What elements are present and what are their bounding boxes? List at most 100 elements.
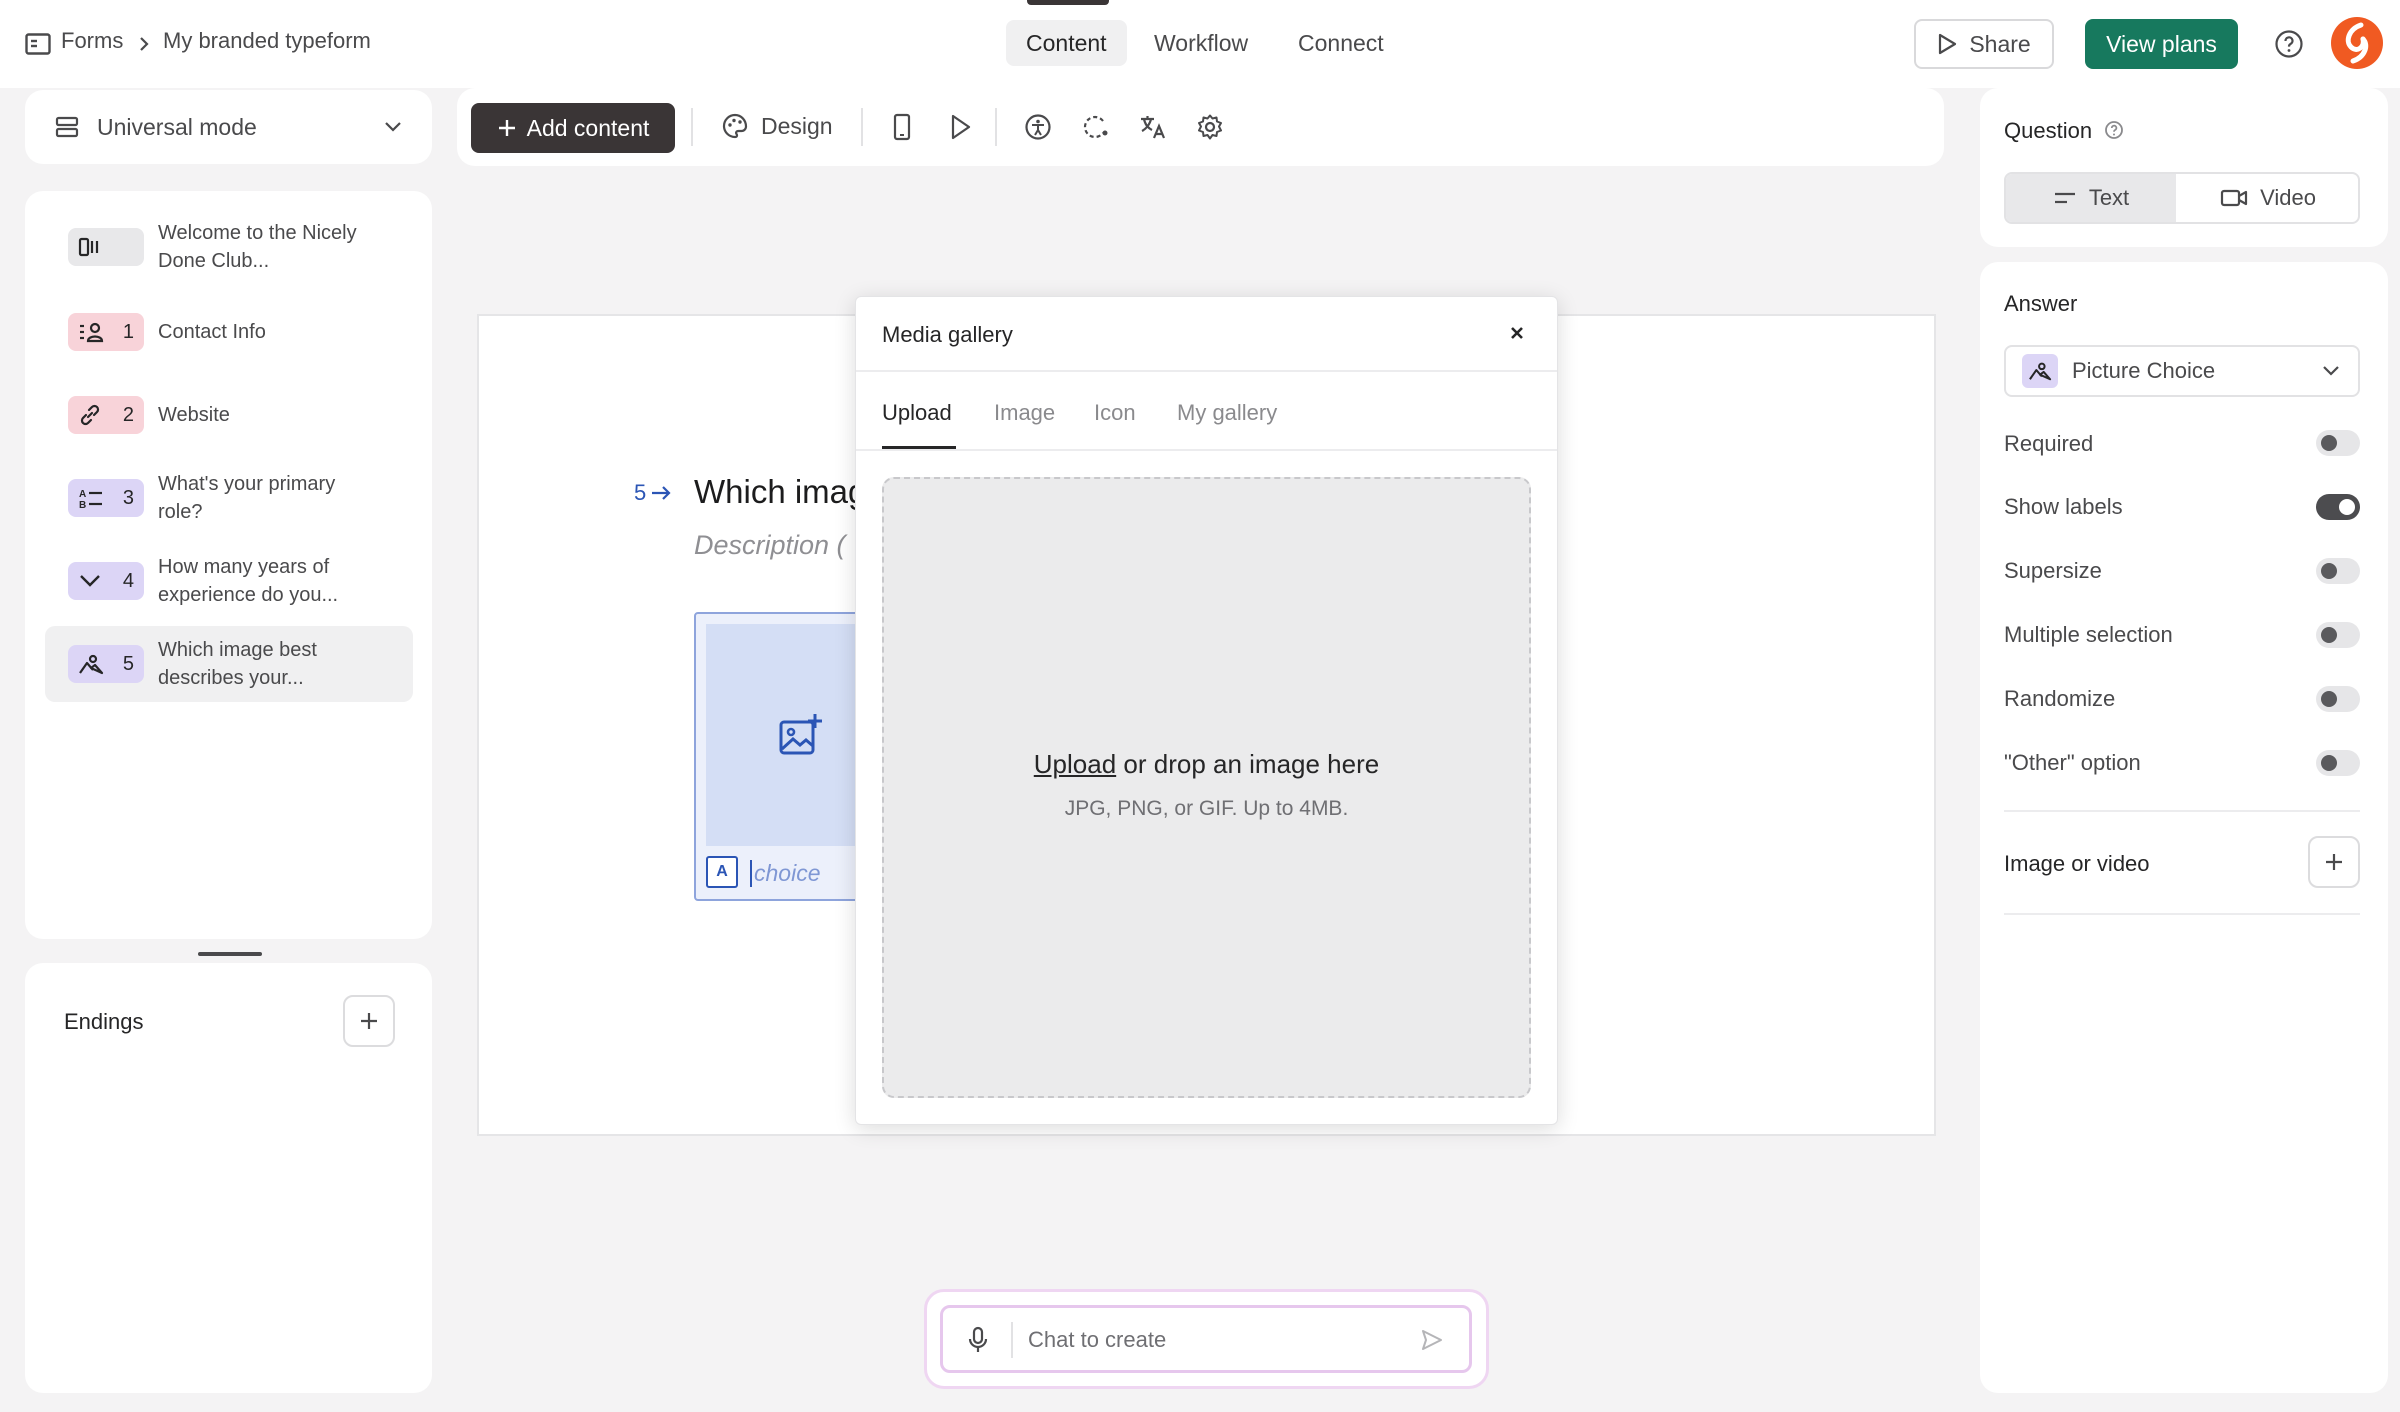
picture-choice-icon bbox=[78, 652, 104, 676]
randomize-toggle[interactable] bbox=[2316, 686, 2360, 712]
preview-play-icon[interactable] bbox=[948, 113, 972, 141]
answer-type-select[interactable]: Picture Choice bbox=[2004, 345, 2360, 397]
upload-link[interactable]: Upload bbox=[1034, 749, 1116, 779]
list-item-question-1[interactable]: 1 Contact Info bbox=[45, 294, 413, 370]
info-icon[interactable] bbox=[2104, 120, 2124, 140]
contact-info-icon bbox=[78, 321, 104, 343]
view-plans-button[interactable]: View plans bbox=[2085, 19, 2238, 69]
add-content-button[interactable]: Add content bbox=[471, 103, 675, 153]
tabs-divider bbox=[856, 449, 1557, 451]
tab-workflow[interactable]: Workflow bbox=[1134, 20, 1268, 66]
tab-connect[interactable]: Connect bbox=[1278, 20, 1404, 66]
logic-icon[interactable] bbox=[1081, 113, 1111, 141]
question-badge bbox=[68, 228, 144, 266]
question-number: 1 bbox=[122, 320, 134, 343]
question-number-label: 5 bbox=[634, 480, 672, 506]
plus-icon bbox=[2324, 852, 2344, 872]
list-item-question-5[interactable]: 5 Which image best describes your... bbox=[45, 626, 413, 702]
question-text: Website bbox=[158, 404, 230, 426]
question-title[interactable]: Which imag bbox=[694, 473, 866, 511]
tab-content[interactable]: Content bbox=[1006, 20, 1127, 66]
settings-divider bbox=[2004, 913, 2360, 915]
user-avatar[interactable] bbox=[2331, 17, 2383, 69]
mobile-preview-icon[interactable] bbox=[891, 113, 913, 141]
choice-label-input[interactable]: choice bbox=[750, 860, 820, 887]
question-number-value: 5 bbox=[634, 480, 647, 505]
share-label: Share bbox=[1969, 30, 2031, 57]
endings-label: Endings bbox=[64, 1009, 144, 1034]
upload-text: or drop an image here bbox=[1116, 749, 1380, 779]
question-text: Contact Info bbox=[158, 321, 266, 343]
palette-icon bbox=[721, 112, 749, 140]
supersize-toggle[interactable] bbox=[2316, 558, 2360, 584]
tab-image[interactable]: Image bbox=[994, 400, 1055, 426]
help-icon[interactable] bbox=[2274, 29, 2304, 59]
forms-icon[interactable] bbox=[25, 33, 51, 55]
setting-label-supersize: Supersize bbox=[2004, 558, 2102, 583]
multiple-choice-icon: AB bbox=[78, 486, 104, 510]
design-button[interactable]: Design bbox=[721, 112, 833, 140]
question-description[interactable]: Description ( bbox=[694, 530, 846, 561]
add-ending-button[interactable] bbox=[343, 995, 395, 1047]
multiple-selection-toggle[interactable] bbox=[2316, 622, 2360, 648]
upload-dropzone[interactable] bbox=[882, 477, 1531, 1098]
plus-icon bbox=[359, 1011, 379, 1031]
arrow-right-icon bbox=[650, 484, 672, 502]
setting-label-show-labels: Show labels bbox=[2004, 494, 2123, 519]
share-button[interactable]: Share bbox=[1914, 19, 2054, 69]
question-type-text-label: Text bbox=[2088, 185, 2130, 210]
question-number: 2 bbox=[122, 403, 134, 426]
list-item-question-4[interactable]: 4 How many years of experience do you... bbox=[45, 543, 413, 619]
close-icon[interactable] bbox=[1509, 325, 1525, 341]
question-type-video[interactable]: Video bbox=[2178, 174, 2358, 222]
resize-handle[interactable] bbox=[198, 952, 262, 956]
settings-gear-icon[interactable] bbox=[1196, 113, 1224, 141]
mode-selector[interactable]: Universal mode bbox=[25, 90, 432, 164]
required-toggle[interactable] bbox=[2316, 430, 2360, 456]
other-option-toggle[interactable] bbox=[2316, 750, 2360, 776]
tab-my-gallery[interactable]: My gallery bbox=[1177, 400, 1277, 426]
question-type-text[interactable]: Text bbox=[2006, 174, 2176, 222]
toolbar-divider bbox=[995, 108, 997, 146]
toolbar-divider bbox=[691, 108, 693, 146]
upload-instructions: Upload or drop an image here bbox=[882, 749, 1531, 780]
image-or-video-label: Image or video bbox=[2004, 851, 2150, 876]
question-number: 4 bbox=[122, 569, 134, 592]
chevron-down-icon bbox=[2322, 365, 2340, 377]
question-text: Welcome to the Nicely Done Club... bbox=[158, 222, 357, 272]
question-type-video-label: Video bbox=[2260, 185, 2316, 210]
mode-icon bbox=[55, 115, 79, 139]
send-icon[interactable] bbox=[1420, 1328, 1444, 1352]
list-item-question-2[interactable]: 2 Website bbox=[45, 377, 413, 453]
question-label: Question bbox=[2004, 118, 2093, 143]
video-camera-icon bbox=[2220, 188, 2248, 208]
list-item-welcome[interactable]: Welcome to the Nicely Done Club... bbox=[45, 209, 413, 285]
chat-input[interactable] bbox=[940, 1305, 1472, 1373]
question-number: 5 bbox=[122, 652, 134, 675]
answer-type-value: Picture Choice bbox=[2072, 358, 2216, 383]
question-badge: AB 3 bbox=[68, 479, 144, 517]
accessibility-icon[interactable] bbox=[1024, 113, 1052, 141]
mode-label: Universal mode bbox=[97, 113, 257, 140]
microphone-icon[interactable] bbox=[968, 1326, 988, 1354]
active-tab-indicator bbox=[1027, 0, 1109, 5]
settings-divider bbox=[2004, 810, 2360, 812]
add-media-button[interactable] bbox=[2308, 836, 2360, 888]
welcome-screen-icon bbox=[78, 236, 102, 258]
dropdown-icon bbox=[78, 573, 102, 589]
svg-text:A: A bbox=[79, 489, 86, 500]
chevron-down-icon bbox=[384, 121, 402, 133]
breadcrumb-form-title[interactable]: My branded typeform bbox=[163, 28, 371, 54]
setting-label-other-option: "Other" option bbox=[2004, 750, 2141, 775]
translate-icon[interactable] bbox=[1138, 113, 1168, 141]
breadcrumb-forms[interactable]: Forms bbox=[61, 28, 123, 54]
upload-hint: JPG, PNG, or GIF. Up to 4MB. bbox=[1064, 797, 1349, 820]
tab-icon[interactable]: Icon bbox=[1094, 400, 1136, 426]
list-item-question-3[interactable]: AB 3 What's your primary role? bbox=[45, 460, 413, 536]
answer-label: Answer bbox=[2004, 291, 2078, 316]
tab-upload[interactable]: Upload bbox=[882, 400, 952, 426]
question-badge: 5 bbox=[68, 645, 144, 683]
show-labels-toggle[interactable] bbox=[2316, 494, 2360, 520]
question-badge: 1 bbox=[68, 313, 144, 351]
question-badge: 2 bbox=[68, 396, 144, 434]
